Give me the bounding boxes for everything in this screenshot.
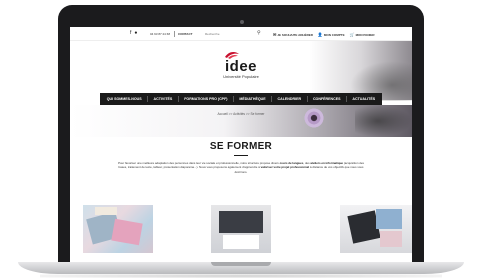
card-photo-shape: [95, 207, 117, 215]
nav-item-library[interactable]: MÉDIATHÈQUE: [239, 97, 265, 101]
nav-item-conferences[interactable]: CONFÉRENCES: [313, 97, 341, 101]
nav-divider: [147, 96, 149, 102]
stage: f ● 04 93 87 24 68 CONTACT ⚲ ✉JE SOUHAIT…: [0, 0, 482, 279]
nav-item-calendar[interactable]: CALENDRIER: [278, 97, 302, 101]
account-links: ✉JE SOUHAITE ADHÉRER 👤MON COMPTE 🛒MON PA…: [273, 32, 375, 37]
account-link-label: MON COMPTE: [323, 33, 345, 37]
nav-divider: [306, 96, 308, 102]
course-card-project[interactable]: [340, 205, 412, 253]
nav-item-about[interactable]: QUI SOMMES-NOUS: [107, 97, 142, 101]
card-photo-shape: [111, 218, 143, 246]
course-card-languages[interactable]: [83, 205, 153, 253]
laptop-notch: [211, 262, 271, 266]
phone-number[interactable]: 04 93 87 24 68: [150, 32, 170, 36]
nav-divider: [271, 96, 273, 102]
title-underline: [234, 155, 248, 156]
main-nav: QUI SOMMES-NOUS ACTIVITÉS FORMATIONS PRO…: [100, 93, 382, 105]
site-header: idee Université Populaire: [70, 41, 412, 101]
instagram-icon[interactable]: ●: [134, 31, 137, 36]
page-title: SE FORMER: [209, 141, 273, 152]
card-photo-shape: [380, 231, 402, 247]
contact-link[interactable]: CONTACT: [178, 32, 192, 36]
breadcrumb[interactable]: Accueil >> Activités >> Se former: [70, 112, 412, 116]
account-link[interactable]: 👤MON COMPTE: [318, 32, 345, 37]
nav-divider: [232, 96, 234, 102]
nav-item-news[interactable]: ACTUALITÉS: [352, 97, 375, 101]
cart-link-label: MON PANIER: [355, 33, 375, 37]
banner-shadow: [355, 105, 412, 137]
nav-divider: [345, 96, 347, 102]
facebook-icon[interactable]: f: [130, 31, 131, 36]
course-card-computer[interactable]: [211, 205, 271, 253]
separator: [174, 31, 175, 37]
hero-banner: [70, 105, 412, 137]
cart-link[interactable]: 🛒MON PANIER: [350, 32, 375, 37]
search-icon[interactable]: ⚲: [257, 30, 261, 36]
webcam-icon: [240, 20, 244, 24]
utility-bar: f ● 04 93 87 24 68 CONTACT ⚲ ✉JE SOUHAIT…: [70, 27, 412, 41]
join-link-label: JE SOUHAITE ADHÉRER: [277, 33, 313, 37]
website-screen: f ● 04 93 87 24 68 CONTACT ⚲ ✉JE SOUHAIT…: [70, 27, 412, 262]
nav-item-training[interactable]: FORMATIONS PRO (CPF): [184, 97, 227, 101]
laptop-shadow: [40, 274, 442, 278]
nav-item-activities[interactable]: ACTIVITÉS: [154, 97, 173, 101]
card-photo-shape: [219, 211, 263, 233]
nav-divider: [177, 96, 179, 102]
search-input[interactable]: [205, 30, 255, 38]
cart-icon: 🛒: [349, 32, 355, 37]
card-photo-shape: [376, 209, 402, 229]
intro-emphasis: valoriser votre projet professionnel: [260, 165, 310, 170]
flower-image: [303, 107, 325, 129]
social-links: f ●: [130, 31, 137, 36]
card-photo-shape: [223, 235, 259, 249]
join-link[interactable]: ✉JE SOUHAITE ADHÉRER: [273, 32, 313, 37]
intro-paragraph: Pour favoriser une meilleure adaptation …: [118, 161, 364, 174]
edit-icon: ✉: [273, 32, 277, 37]
user-icon: 👤: [317, 32, 323, 37]
